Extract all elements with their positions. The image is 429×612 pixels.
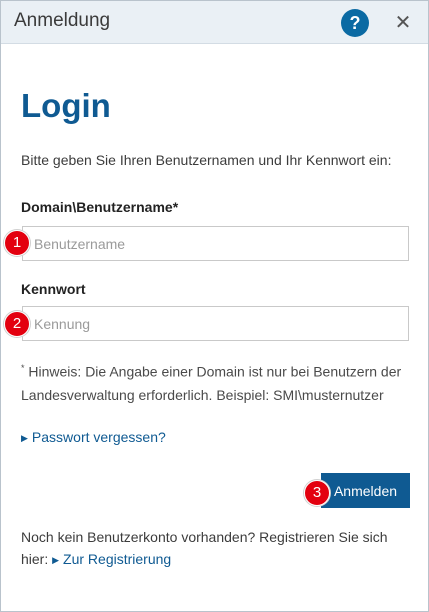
required-marker: * — [172, 199, 179, 215]
username-label: Domain\Benutzername* — [21, 199, 178, 215]
step-badge-2: 2 — [4, 311, 30, 337]
username-label-text: Domain\Benutzername — [21, 199, 173, 215]
forgot-password-row: ▶ Passwort vergessen? — [21, 429, 166, 447]
username-input[interactable] — [22, 226, 409, 261]
hint-marker: * — [21, 363, 25, 373]
close-icon[interactable]: ✕ — [391, 9, 415, 37]
dialog-titlebar: Anmeldung ? ✕ — [1, 1, 428, 44]
password-input[interactable] — [22, 306, 409, 341]
help-icon[interactable]: ? — [341, 9, 369, 37]
intro-text: Bitte geben Sie Ihren Benutzernamen und … — [21, 152, 392, 168]
hint-text: Hinweis: Die Angabe einer Domain ist nur… — [21, 363, 402, 403]
page-title: Login — [21, 87, 111, 124]
step-badge-3: 3 — [304, 480, 330, 506]
password-label: Kennwort — [21, 281, 86, 297]
domain-hint: * Hinweis: Die Angabe einer Domain ist n… — [21, 357, 416, 407]
step-badge-1: 1 — [4, 230, 30, 256]
registration-note: Noch kein Benutzerkonto vorhanden? Regis… — [21, 526, 416, 572]
login-dialog: Anmeldung ? ✕ Login Bitte geben Sie Ihre… — [0, 0, 429, 612]
triangle-right-icon: ▶ — [21, 433, 28, 443]
triangle-right-icon: ▶ — [52, 555, 60, 565]
register-link[interactable]: Zur Registrierung — [63, 551, 171, 567]
login-button[interactable]: Anmelden — [321, 473, 410, 508]
forgot-password-link[interactable]: Passwort vergessen? — [32, 429, 166, 445]
dialog-title: Anmeldung — [14, 10, 111, 31]
